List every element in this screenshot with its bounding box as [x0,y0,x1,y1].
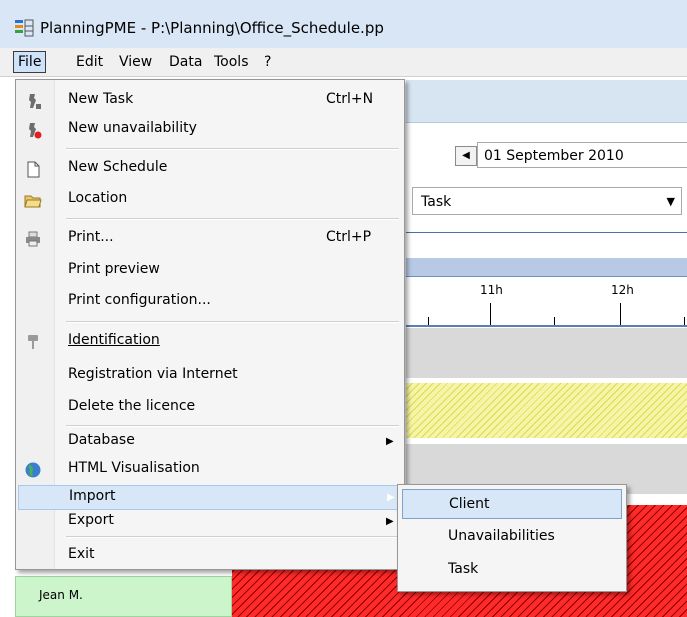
menu-help[interactable]: ? [260,52,275,72]
new-task-icon [29,94,41,109]
menu-separator [66,321,399,323]
view-select-value: Task [421,194,452,210]
header-band [406,258,687,277]
file-menu-dropdown: New Task Ctrl+N New unavailability New S… [15,79,405,570]
submenu-arrow-icon: ▶ [387,492,395,503]
globe-icon [25,462,41,478]
submenu-arrow-icon: ▶ [386,516,394,527]
window-title: PlanningPME - P:\Planning\Office_Schedul… [40,19,384,37]
menu-item-import[interactable]: Import ▶ [18,485,402,510]
submenu-item-task[interactable]: Task [402,555,622,585]
hour-label: 11h [480,283,503,297]
resource-cell[interactable]: Jean M. [15,576,232,617]
title-bar: PlanningPME - P:\Planning\Office_Schedul… [0,0,687,48]
resource-name: Jean M. [39,588,83,602]
ruler-tick [490,303,491,325]
key-icon [28,335,38,349]
ruler-tick [620,303,621,325]
menu-item-print[interactable]: Print... Ctrl+P [18,225,402,253]
menu-edit[interactable]: Edit [72,52,107,72]
menu-item-export[interactable]: Export ▶ [18,510,402,536]
ruler-tick [428,317,429,325]
menu-item-html-visualisation[interactable]: HTML Visualisation [18,456,402,484]
app-icon [15,19,34,37]
menu-item-print-configuration[interactable]: Print configuration... [18,288,402,316]
menu-data[interactable]: Data [165,52,206,72]
previous-date-button[interactable]: ◀ [455,146,477,166]
menu-item-exit[interactable]: Exit [18,542,402,570]
menu-separator [66,536,399,538]
menu-item-registration[interactable]: Registration via Internet [18,362,402,390]
toolbar-band [406,80,687,123]
menu-view[interactable]: View [115,52,156,72]
ruler-tick [554,317,555,325]
menu-item-identification[interactable]: Identification [18,328,402,356]
new-document-icon [27,161,40,178]
menu-item-delete-licence[interactable]: Delete the licence [18,394,402,422]
menu-separator [66,218,399,220]
time-ruler: 11h 12h [406,277,687,327]
menu-file[interactable]: File [13,51,47,73]
menu-tools[interactable]: Tools [210,52,253,72]
new-unavailability-icon [29,123,42,139]
menu-item-new-schedule[interactable]: New Schedule [18,155,402,183]
import-submenu: Client Unavailabilities Task [397,484,627,592]
open-folder-icon [24,195,42,208]
menu-item-new-unavailability[interactable]: New unavailability [18,116,402,144]
submenu-item-unavailabilities[interactable]: Unavailabilities [402,522,622,552]
submenu-arrow-icon: ▶ [386,436,394,447]
menu-item-print-preview[interactable]: Print preview [18,257,402,285]
menu-item-database[interactable]: Database ▶ [18,428,402,456]
menu-bar: File Edit View Data Tools ? [0,48,687,77]
menu-item-location[interactable]: Location [18,186,402,214]
hour-label: 12h [611,283,634,297]
task-bar-yellow[interactable] [406,383,687,438]
menu-item-new-task[interactable]: New Task Ctrl+N [18,87,402,115]
view-select[interactable]: Task ▼ [412,187,682,215]
schedule-row[interactable] [406,328,687,378]
menu-separator [66,148,399,150]
date-field[interactable]: 01 September 2010 [477,142,687,168]
dropdown-arrow-icon: ▼ [666,195,675,208]
header-strip [406,232,687,259]
printer-icon [26,231,40,247]
ruler-tick [684,317,685,325]
menu-separator [66,425,399,427]
submenu-item-client[interactable]: Client [402,489,622,519]
